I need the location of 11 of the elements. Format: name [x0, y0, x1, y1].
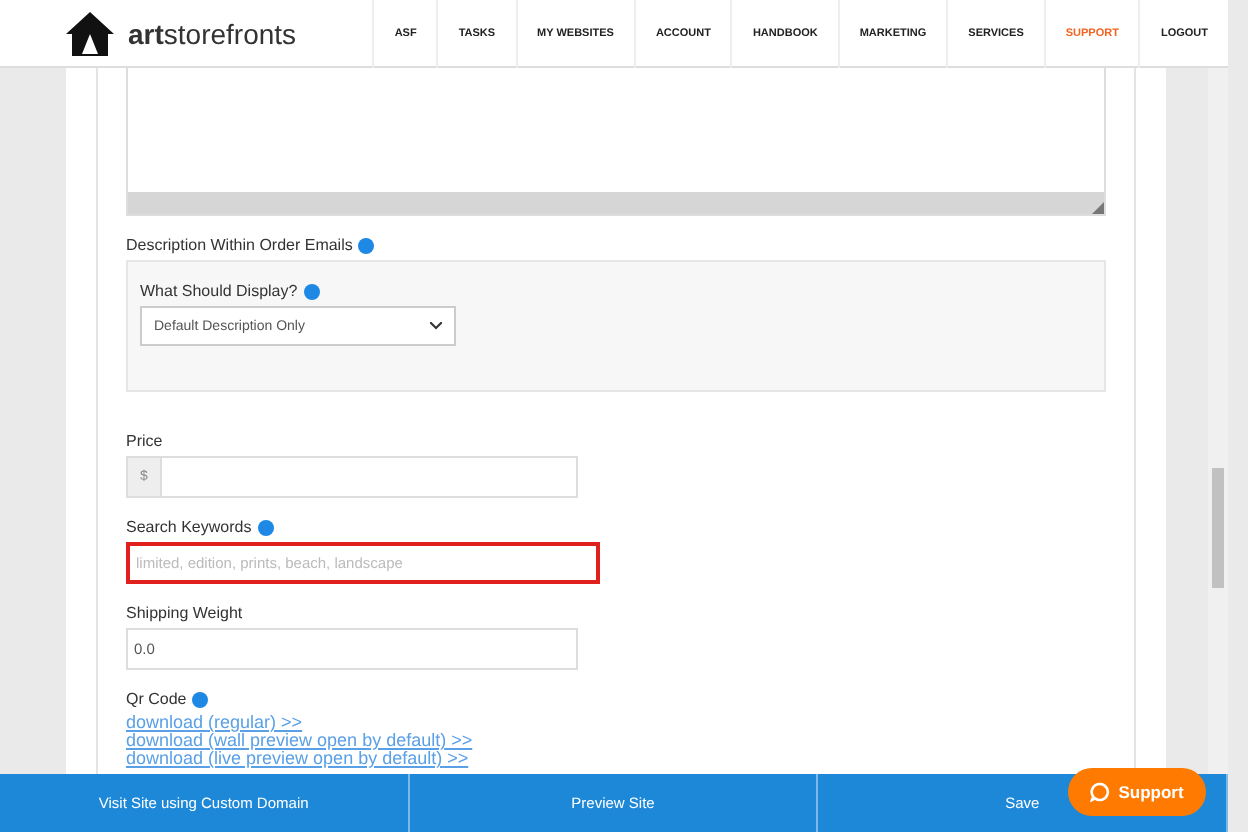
field-label: Shipping Weight [126, 604, 243, 622]
resize-handle-icon[interactable] [1092, 202, 1104, 214]
field-label: Qr Code [126, 690, 187, 708]
field-label: Search Keywords [126, 518, 252, 536]
field-label: What Should Display? [140, 282, 298, 300]
chat-icon [1090, 782, 1111, 802]
caret-icon [430, 322, 442, 330]
field-label: Description Within Order Emails [126, 236, 353, 254]
field-label: Price [126, 432, 163, 450]
brand-name: artstorefronts [128, 17, 297, 49]
house-logo-icon [64, 9, 116, 57]
